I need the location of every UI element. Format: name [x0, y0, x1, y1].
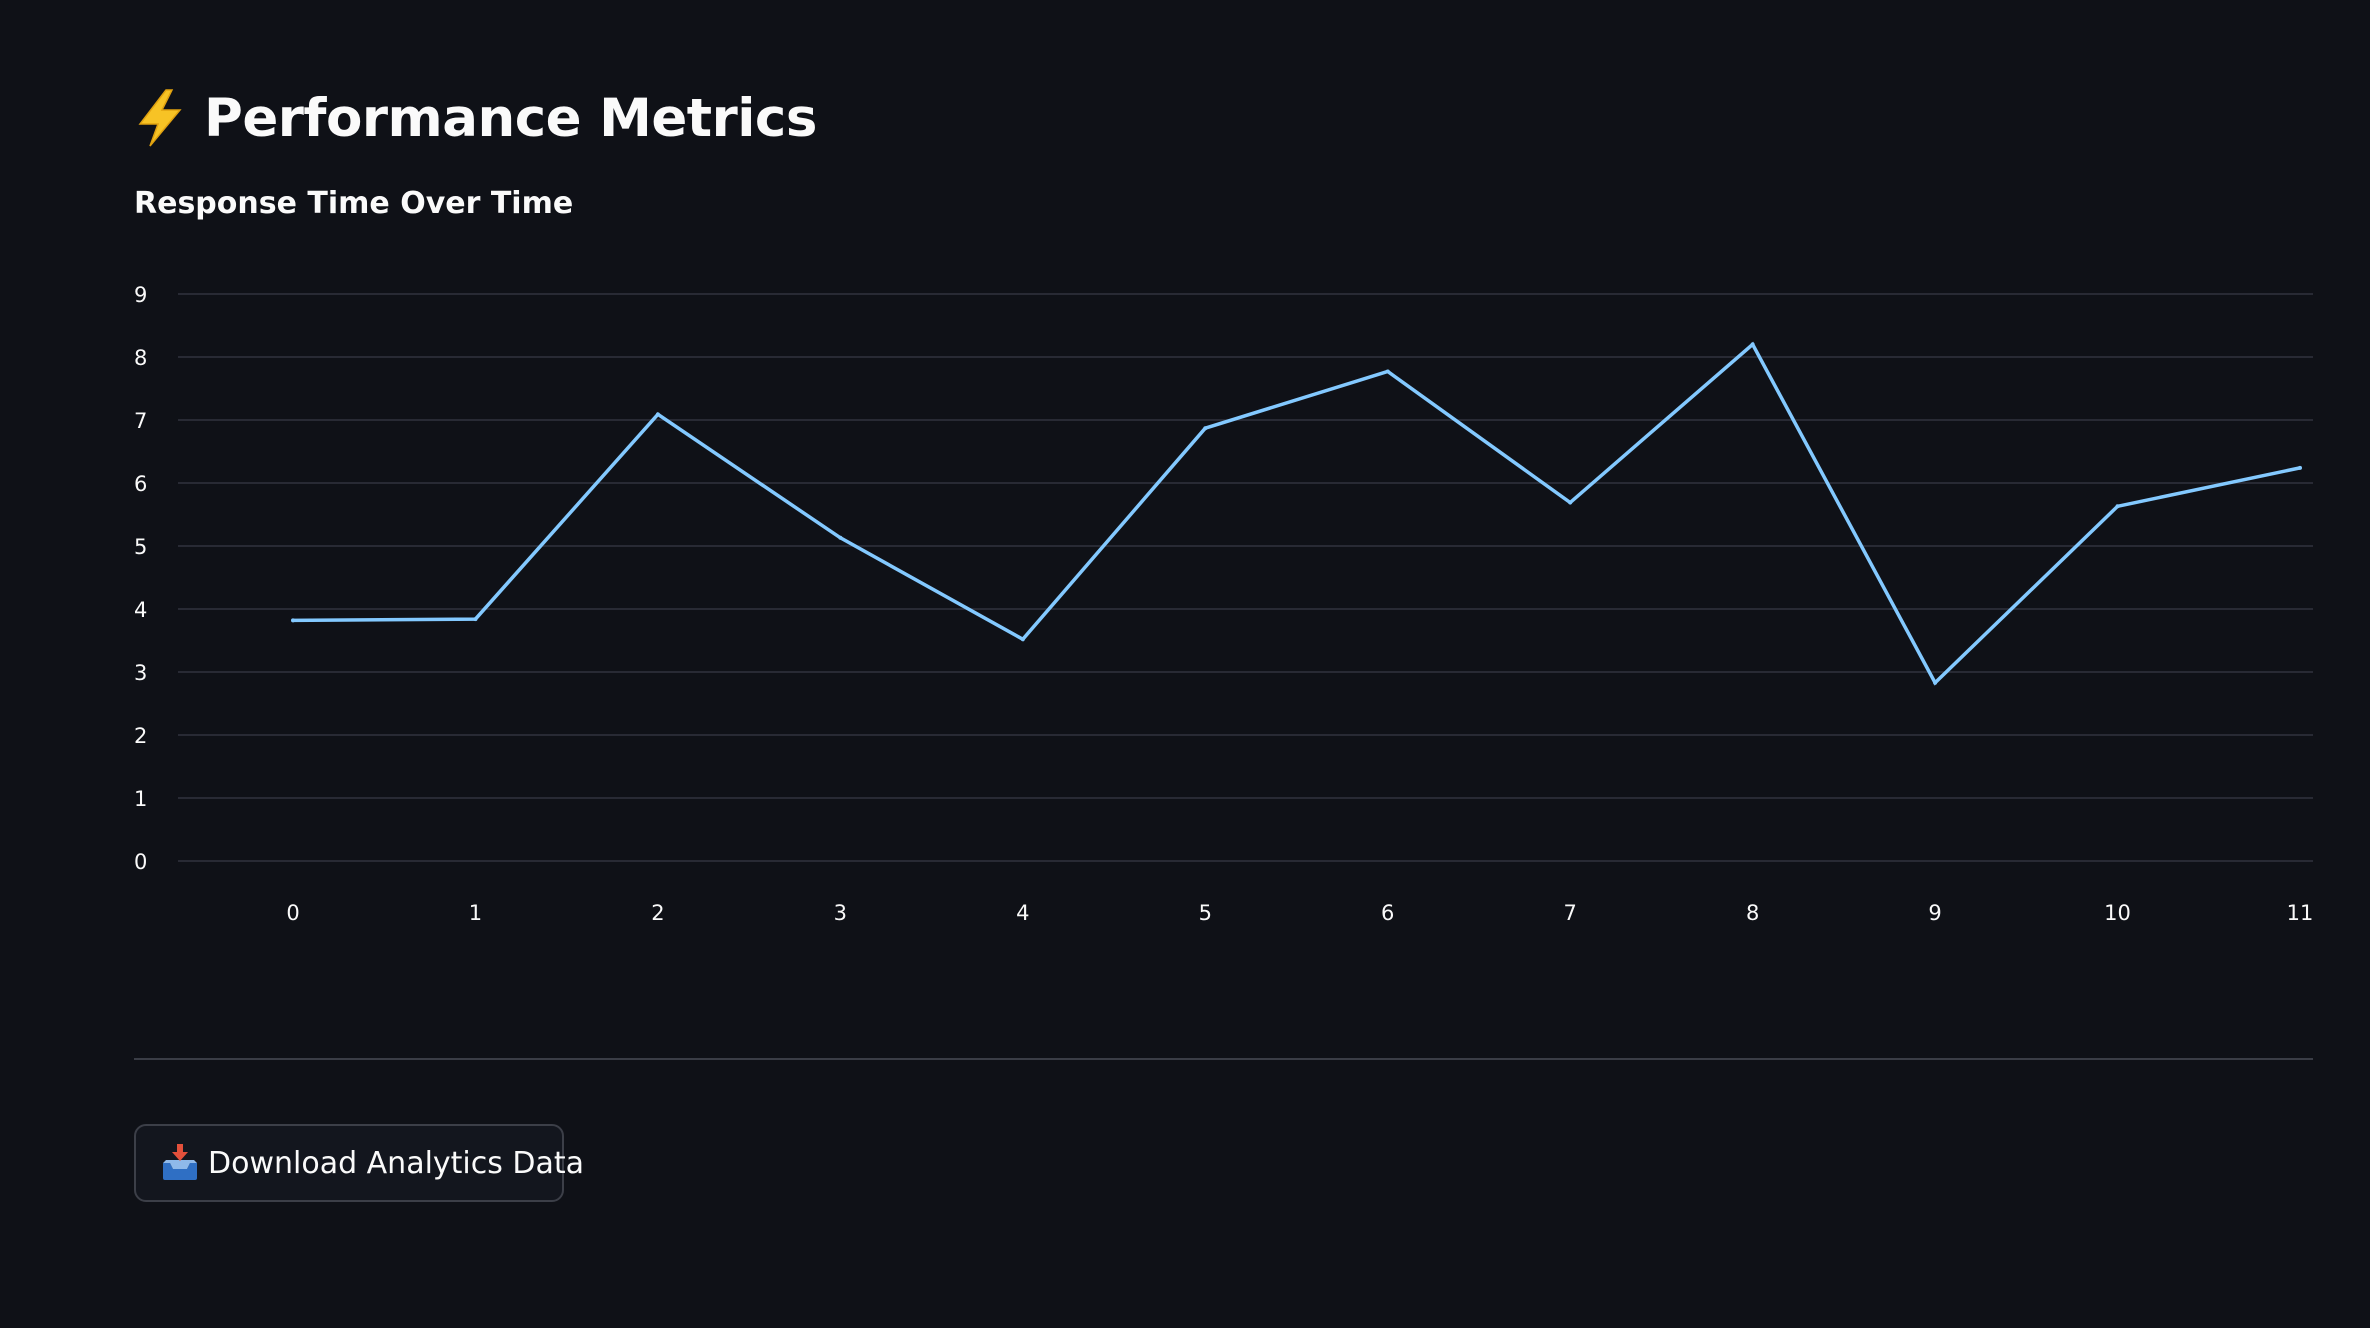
- x-tick-label: 4: [1016, 901, 1029, 925]
- chart-series: [291, 341, 2302, 686]
- x-tick-label: 0: [286, 901, 299, 925]
- y-tick-label: 5: [134, 535, 147, 559]
- y-tick-label: 4: [134, 598, 147, 622]
- x-tick-label: 11: [2287, 901, 2314, 925]
- y-tick-label: 0: [134, 850, 147, 874]
- data-point: [1750, 342, 1755, 347]
- x-tick-label: 10: [2104, 901, 2131, 925]
- data-point: [1568, 500, 1573, 505]
- series-line-0: [291, 341, 2302, 686]
- data-point: [1933, 680, 1938, 685]
- data-point: [838, 535, 843, 540]
- data-point: [1020, 637, 1025, 642]
- data-point: [1203, 426, 1208, 431]
- y-tick-label: 7: [134, 409, 147, 433]
- response-time-chart: 0 1 2 3 4 5 6 7 8 9 0 1 2 3 4 5 6 7 8 9 10 11: [134, 283, 2313, 925]
- x-tick-label: 3: [834, 901, 847, 925]
- x-tick-label: 9: [1928, 901, 1941, 925]
- y-tick-label: 6: [134, 472, 147, 496]
- y-tick-label: 3: [134, 661, 147, 685]
- data-point: [291, 618, 295, 623]
- inbox-tray-icon: [163, 1144, 197, 1180]
- x-tick-label: 8: [1746, 901, 1759, 925]
- data-point: [1385, 369, 1390, 374]
- section-divider: [134, 1058, 2313, 1060]
- x-tick-label: 5: [1199, 901, 1212, 925]
- data-point: [655, 412, 660, 417]
- y-tick-label: 9: [134, 283, 147, 307]
- chart-grid: [178, 293, 2313, 862]
- download-analytics-button[interactable]: Download Analytics Data: [134, 1124, 584, 1202]
- y-axis-ticks: 0 1 2 3 4 5 6 7 8 9: [134, 283, 147, 874]
- y-tick-label: 8: [134, 346, 147, 370]
- x-axis-ticks: 0 1 2 3 4 5 6 7 8 9 10 11: [286, 901, 2313, 925]
- x-tick-label: 1: [469, 901, 482, 925]
- data-point: [2115, 504, 2120, 509]
- y-tick-label: 2: [134, 724, 147, 748]
- x-tick-label: 7: [1563, 901, 1576, 925]
- y-tick-label: 1: [134, 787, 147, 811]
- download-button-label: Download Analytics Data: [208, 1145, 585, 1181]
- x-tick-label: 6: [1381, 901, 1394, 925]
- data-point: [473, 617, 478, 622]
- data-point: [2298, 465, 2302, 470]
- x-tick-label: 2: [651, 901, 664, 925]
